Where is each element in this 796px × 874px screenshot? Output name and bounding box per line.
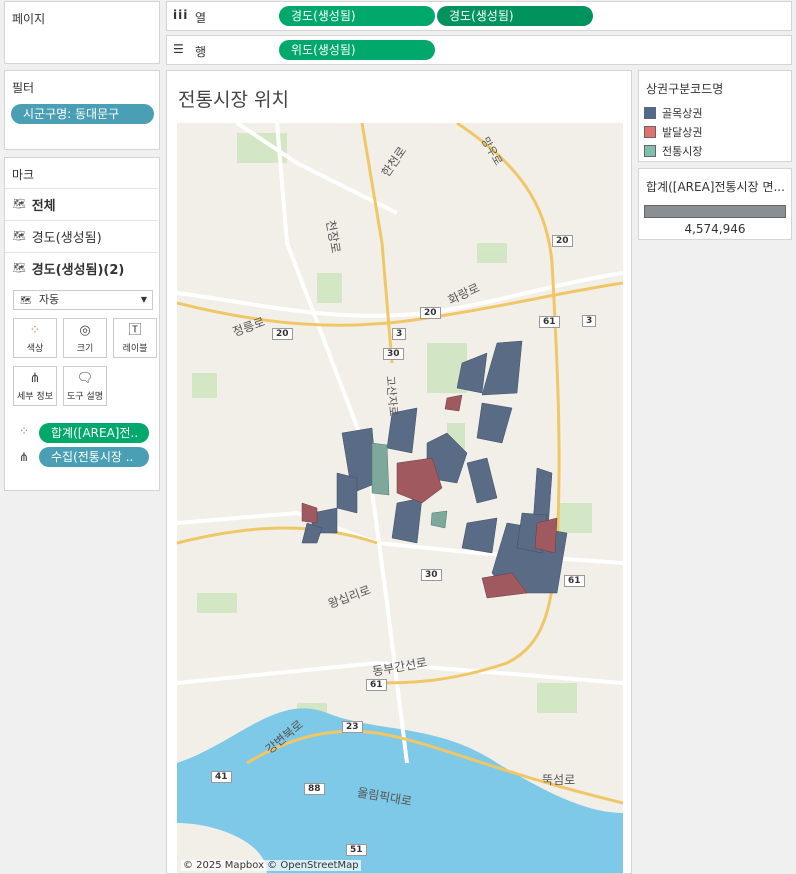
size-legend: 합계([AREA]전통시장 면... 4,574,946 bbox=[638, 168, 792, 240]
marks-layer-all-label: 전체 bbox=[31, 199, 56, 214]
map-icon: 🗺 bbox=[13, 231, 26, 242]
columns-shelf[interactable]: iii 열 경도(생성됨) 경도(생성됨) bbox=[166, 1, 792, 31]
legend-item-alley[interactable]: 골목상권 bbox=[639, 103, 791, 122]
road-shield: 3 bbox=[582, 315, 597, 327]
size-button-label: 크기 bbox=[76, 344, 94, 354]
size-legend-value: 4,574,946 bbox=[684, 222, 746, 236]
color-button-label: 색상 bbox=[26, 344, 44, 354]
road-shield: 20 bbox=[272, 328, 293, 340]
text-icon: 🅃 bbox=[128, 323, 142, 338]
map-icon: 🗺 bbox=[13, 263, 26, 274]
row-pill-latitude[interactable]: 위도(생성됨) bbox=[279, 40, 435, 60]
color-legend: 상권구분코드명 골목상권 발달상권 전통시장 bbox=[638, 70, 792, 162]
size-legend-title: 합계([AREA]전통시장 면... bbox=[646, 180, 785, 194]
size-icon: ◎ bbox=[79, 323, 91, 338]
legend-swatch bbox=[644, 125, 656, 138]
rows-shelf[interactable]: ☰ 행 위도(생성됨) bbox=[166, 35, 792, 65]
column-pill-longitude-1[interactable]: 경도(생성됨) bbox=[279, 6, 435, 26]
detail-button[interactable]: ⋔ 세부 정보 bbox=[13, 366, 57, 406]
marks-layer-longitude-label: 경도(생성됨) bbox=[31, 231, 102, 246]
marks-layer-longitude-2-label: 경도(생성됨)(2) bbox=[31, 263, 125, 278]
road-shield: 61 bbox=[564, 575, 585, 587]
map-icon: 🗺 bbox=[13, 199, 26, 210]
size-legend-bar bbox=[644, 205, 786, 218]
tooltip-button[interactable]: 🗨 도구 설명 bbox=[63, 366, 107, 406]
marks-pill-collect[interactable]: 수집(전통시장 .. bbox=[39, 447, 149, 467]
legend-title: 상권구분코드명 bbox=[646, 82, 724, 96]
detail-icon: ⋔ bbox=[19, 450, 30, 464]
columns-label: 열 bbox=[195, 11, 207, 25]
road-shield: 88 bbox=[304, 783, 325, 795]
detail-button-label: 세부 정보 bbox=[17, 392, 53, 402]
mark-type-value: 자동 bbox=[38, 293, 60, 306]
label-button-label: 레이블 bbox=[122, 344, 148, 354]
road-shield: 20 bbox=[420, 307, 441, 319]
road-shield: 41 bbox=[211, 771, 232, 783]
column-pill-longitude-2[interactable]: 경도(생성됨) bbox=[437, 6, 593, 26]
marks-title: 마크 bbox=[12, 168, 35, 182]
chevron-down-icon: ▼ bbox=[140, 295, 147, 304]
map-icon: 🗺 bbox=[20, 296, 32, 306]
legend-item-label: 발달상권 bbox=[662, 125, 703, 139]
map[interactable]: 한천로 천장로 화랑로 정릉로 왕십리로 동부간선로 강변북로 올림픽대로 뚝섬… bbox=[177, 123, 623, 873]
color-dots-icon: ⁘ bbox=[19, 424, 30, 438]
map-label-gosanjaro: 고산자로 bbox=[383, 375, 400, 417]
filters-shelf[interactable]: 필터 시군구명: 동대문구 bbox=[4, 70, 160, 150]
tooltip-button-label: 도구 설명 bbox=[67, 392, 103, 402]
detail-icon: ⋔ bbox=[29, 371, 41, 386]
marks-layer-longitude[interactable]: 🗺 경도(생성됨) bbox=[5, 220, 158, 252]
marks-pill-area-sum[interactable]: 합계([AREA]전.. bbox=[39, 423, 149, 443]
road-shield: 3 bbox=[392, 328, 407, 340]
map-label-ttukseomro: 뚝섬로 bbox=[542, 773, 576, 787]
marks-layer-all[interactable]: 🗺 전체 bbox=[5, 188, 158, 220]
columns-icon: iii bbox=[173, 8, 189, 22]
filter-pill-district[interactable]: 시군구명: 동대문구 bbox=[11, 104, 154, 124]
legend-item-traditional[interactable]: 전통시장 bbox=[639, 141, 791, 160]
rows-icon: ☰ bbox=[173, 42, 184, 56]
road-shield: 51 bbox=[346, 844, 367, 856]
legend-item-label: 골목상권 bbox=[662, 106, 703, 120]
legend-swatch bbox=[644, 106, 656, 119]
road-shield: 30 bbox=[421, 569, 442, 581]
legend-item-developed[interactable]: 발달상권 bbox=[639, 122, 791, 141]
legend-swatch bbox=[644, 144, 656, 157]
tooltip-icon: 🗨 bbox=[76, 371, 94, 386]
color-button[interactable]: ⁘ 색상 bbox=[13, 318, 57, 358]
marks-card: 마크 🗺 전체 🗺 경도(생성됨) 🗺 경도(생성됨)(2) 🗺 자동 ▼ ⁘ 색상 ◎… bbox=[4, 157, 160, 491]
filters-title: 필터 bbox=[12, 81, 35, 95]
road-shield: 61 bbox=[539, 316, 560, 328]
pages-title: 페이지 bbox=[12, 12, 46, 26]
legend-item-label: 전통시장 bbox=[662, 144, 703, 158]
palette-icon: ⁘ bbox=[29, 323, 41, 338]
view-panel: 전통시장 위치 한천로 천장로 화랑로 정릉로 왕십리로 동부간선로 강변북로 … bbox=[166, 70, 632, 874]
mark-type-dropdown[interactable]: 🗺 자동 ▼ bbox=[13, 290, 153, 310]
pages-shelf[interactable]: 페이지 bbox=[4, 1, 160, 64]
road-shield: 61 bbox=[366, 679, 387, 691]
road-shield: 23 bbox=[342, 721, 363, 733]
marks-layer-longitude-2[interactable]: 🗺 경도(생성됨)(2) bbox=[5, 252, 158, 284]
rows-label: 행 bbox=[195, 45, 207, 59]
view-title: 전통시장 위치 bbox=[178, 89, 289, 111]
label-button[interactable]: 🅃 레이블 bbox=[113, 318, 157, 358]
map-attribution: © 2025 Mapbox © OpenStreetMap bbox=[181, 860, 361, 871]
size-button[interactable]: ◎ 크기 bbox=[63, 318, 107, 358]
road-shield: 30 bbox=[383, 348, 404, 360]
road-shield: 20 bbox=[552, 235, 573, 247]
